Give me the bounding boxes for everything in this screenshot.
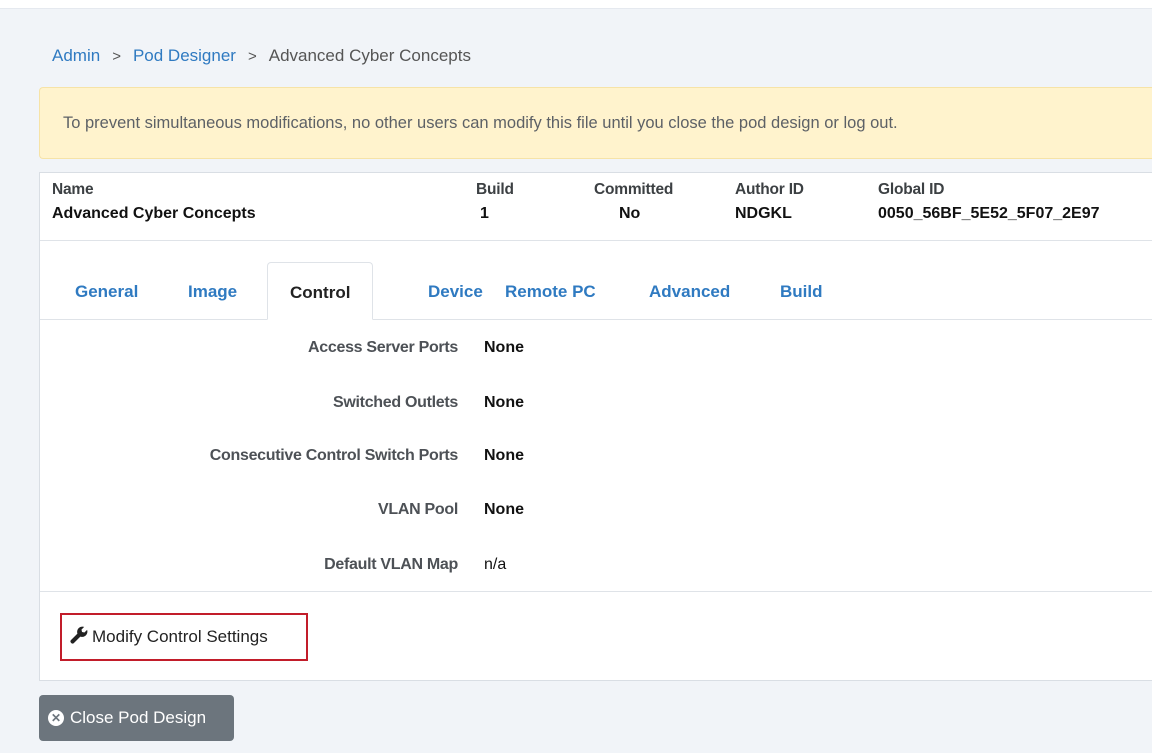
author-header: Author ID xyxy=(735,181,804,198)
modify-control-settings-button[interactable]: Modify Control Settings xyxy=(60,613,308,661)
global-id-header: Global ID xyxy=(878,181,945,198)
name-header: Name xyxy=(52,181,94,198)
author-value: NDGKL xyxy=(735,205,792,222)
tab-remote-pc[interactable]: Remote PC xyxy=(505,262,596,319)
global-id-column: Global ID 0050_56BF_5E52_5F07_2E97 xyxy=(878,181,1100,223)
setting-label: Default VLAN Map xyxy=(324,556,458,573)
setting-label: VLAN Pool xyxy=(378,501,458,518)
setting-label: Access Server Ports xyxy=(308,339,458,356)
setting-label: Switched Outlets xyxy=(333,394,458,411)
tab-advanced[interactable]: Advanced xyxy=(649,262,730,319)
build-value: 1 xyxy=(480,205,489,222)
breadcrumb: Admin > Pod Designer > Advanced Cyber Co… xyxy=(52,46,471,66)
warning-alert: To prevent simultaneous modifications, n… xyxy=(39,87,1152,159)
breadcrumb-current: Advanced Cyber Concepts xyxy=(268,46,471,65)
tab-build[interactable]: Build xyxy=(780,262,823,319)
setting-value: None xyxy=(484,339,524,356)
alert-text: To prevent simultaneous modifications, n… xyxy=(63,114,898,132)
global-id-value: 0050_56BF_5E52_5F07_2E97 xyxy=(878,205,1100,222)
modify-button-label: Modify Control Settings xyxy=(92,627,268,646)
author-column: Author ID NDGKL xyxy=(735,181,804,223)
breadcrumb-pod-designer-link[interactable]: Pod Designer xyxy=(133,46,236,66)
build-header: Build xyxy=(476,181,514,198)
breadcrumb-separator: > xyxy=(247,47,257,65)
tab-device[interactable]: Device xyxy=(428,262,483,319)
setting-value: None xyxy=(484,394,524,411)
card-footer-divider xyxy=(40,591,1152,592)
setting-value: n/a xyxy=(484,556,507,573)
tab-general[interactable]: General xyxy=(75,262,138,319)
name-value: Advanced Cyber Concepts xyxy=(52,205,256,222)
tab-image[interactable]: Image xyxy=(188,262,237,319)
setting-value: None xyxy=(484,501,524,518)
top-bar xyxy=(0,0,1152,9)
breadcrumb-separator: > xyxy=(112,47,121,65)
close-button-label: Close Pod Design xyxy=(70,708,207,727)
close-circle-icon: ✕ xyxy=(48,710,64,726)
committed-header: Committed xyxy=(594,181,674,198)
name-column: Name Advanced Cyber Concepts xyxy=(52,181,256,223)
breadcrumb-admin-link[interactable]: Admin xyxy=(52,46,100,66)
pod-design-card: Name Advanced Cyber Concepts Build 1 Com… xyxy=(39,172,1152,681)
committed-column: Committed No xyxy=(594,181,673,223)
pod-info-header: Name Advanced Cyber Concepts Build 1 Com… xyxy=(40,173,1152,241)
wrench-icon xyxy=(70,626,92,649)
build-column: Build 1 xyxy=(476,181,514,223)
close-pod-design-button[interactable]: ✕ Close Pod Design xyxy=(39,695,234,741)
tab-bar: General Image Control Device Remote PC A… xyxy=(40,262,1152,320)
tab-control[interactable]: Control xyxy=(267,262,374,320)
committed-value: No xyxy=(619,205,641,222)
setting-value: None xyxy=(484,447,524,464)
setting-label: Consecutive Control Switch Ports xyxy=(209,447,459,464)
